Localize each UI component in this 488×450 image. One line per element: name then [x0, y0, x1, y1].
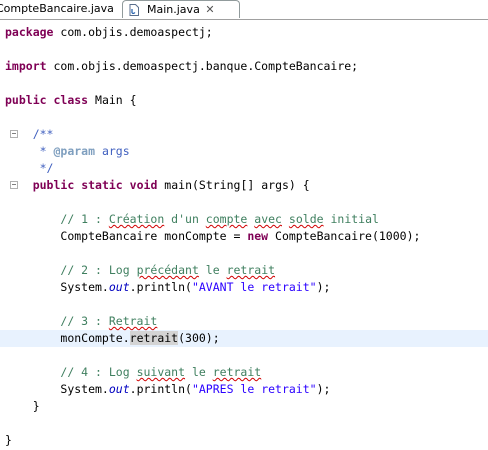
- code-editor[interactable]: package com.objis.demoaspectj; import co…: [0, 20, 488, 450]
- string-literal: "APRES le retrait": [191, 382, 317, 396]
- comment: le: [185, 365, 213, 379]
- comment: // 2 : Log: [60, 263, 137, 277]
- close-icon[interactable]: ✕: [203, 1, 217, 19]
- comment: avec: [254, 212, 282, 226]
- comment: // 1 :: [60, 212, 109, 226]
- code-text: CompteBancaire monCompte =: [60, 229, 248, 243]
- javadoc: /**: [32, 127, 54, 141]
- code-text: (300);: [178, 331, 220, 345]
- code-text: com.objis.demoaspectj.banque.CompteBanca…: [46, 59, 359, 73]
- comment: le: [198, 263, 227, 277]
- comment: solde: [288, 212, 324, 226]
- keyword: package: [5, 25, 54, 39]
- code-text: monCompte.: [60, 331, 130, 345]
- static-field: out: [108, 280, 130, 294]
- comment: Retrait: [108, 314, 158, 328]
- code-text: com.objis.demoaspectj;: [53, 25, 213, 39]
- code-line-new-account: CompteBancaire monCompte = new CompteBan…: [5, 228, 420, 245]
- javadoc: *: [32, 144, 54, 158]
- code-line-comment-4: // 4 : Log suivant le retrait: [5, 364, 261, 381]
- code-text: );: [316, 280, 331, 294]
- code-text: System.: [60, 280, 109, 294]
- code-text: CompteBancaire(1000);: [268, 229, 421, 243]
- tab-comptebancaire-java[interactable]: CompteBancaire.java: [0, 0, 114, 18]
- code-line-comment-2: // 2 : Log précédant le retrait: [5, 262, 275, 279]
- code-line-close-class: }: [5, 432, 12, 449]
- comment: // 3 :: [60, 314, 109, 328]
- keyword: static: [81, 178, 123, 192]
- code-text: }: [5, 433, 12, 447]
- code-line-import: import com.objis.demoaspectj.banque.Comp…: [5, 58, 358, 75]
- keyword: public: [32, 178, 75, 192]
- editor-tab-bar: CompteBancaire.java Main.java ✕: [0, 0, 488, 20]
- code-text: .println(: [129, 280, 192, 294]
- code-text: .println(: [129, 382, 192, 396]
- code-line-javadoc-close: */: [5, 160, 54, 177]
- code-text: System.: [60, 382, 109, 396]
- keyword: public: [5, 93, 47, 107]
- keyword: import: [5, 59, 47, 73]
- comment: retrait: [226, 263, 276, 277]
- tab-label: CompteBancaire.java: [0, 2, 114, 15]
- code-text: main(String[] args) {: [157, 178, 310, 192]
- comment: Création: [108, 212, 165, 226]
- comment: d'un: [164, 212, 206, 226]
- code-line-main-signature: public static void main(String[] args) {: [5, 177, 310, 194]
- code-text: Main {: [88, 93, 137, 107]
- code-line-comment-3: // 3 : Retrait: [5, 313, 157, 330]
- code-line-println-apres: System.out.println("APRES le retrait");: [5, 381, 330, 398]
- javadoc-tag: @param: [53, 144, 96, 158]
- code-line-class: public class Main {: [5, 92, 137, 109]
- comment: suivant: [136, 365, 186, 379]
- tab-label: Main.java: [147, 3, 200, 16]
- code-line-close-method: }: [5, 398, 40, 415]
- java-file-icon: [129, 4, 139, 16]
- keyword: new: [247, 229, 269, 243]
- static-field: out: [108, 382, 130, 396]
- comment: // 4 : Log: [60, 365, 137, 379]
- string-literal: "AVANT le retrait": [191, 280, 317, 294]
- javadoc: args: [95, 144, 130, 158]
- occurrence-highlight: retrait: [129, 331, 179, 345]
- code-text: }: [32, 399, 40, 413]
- keyword: void: [129, 178, 158, 192]
- comment: initial: [323, 212, 379, 226]
- code-text: );: [316, 382, 331, 396]
- code-line-println-avant: System.out.println("AVANT le retrait");: [5, 279, 330, 296]
- tab-main-java[interactable]: Main.java ✕: [122, 0, 240, 18]
- code-line-package: package com.objis.demoaspectj;: [5, 24, 213, 41]
- code-line-javadoc-param: * @param args: [5, 143, 130, 160]
- comment: précédant: [136, 263, 199, 277]
- comment: retrait: [212, 365, 262, 379]
- code-line-comment-1: // 1 : Création d'un compte avec solde i…: [5, 211, 379, 228]
- javadoc: */: [32, 161, 54, 175]
- keyword: class: [53, 93, 89, 107]
- code-line-retrait-call: monCompte.retrait(300);: [5, 330, 220, 347]
- comment: compte: [205, 212, 248, 226]
- code-line-javadoc-open: /**: [5, 126, 54, 143]
- comment: [282, 212, 289, 226]
